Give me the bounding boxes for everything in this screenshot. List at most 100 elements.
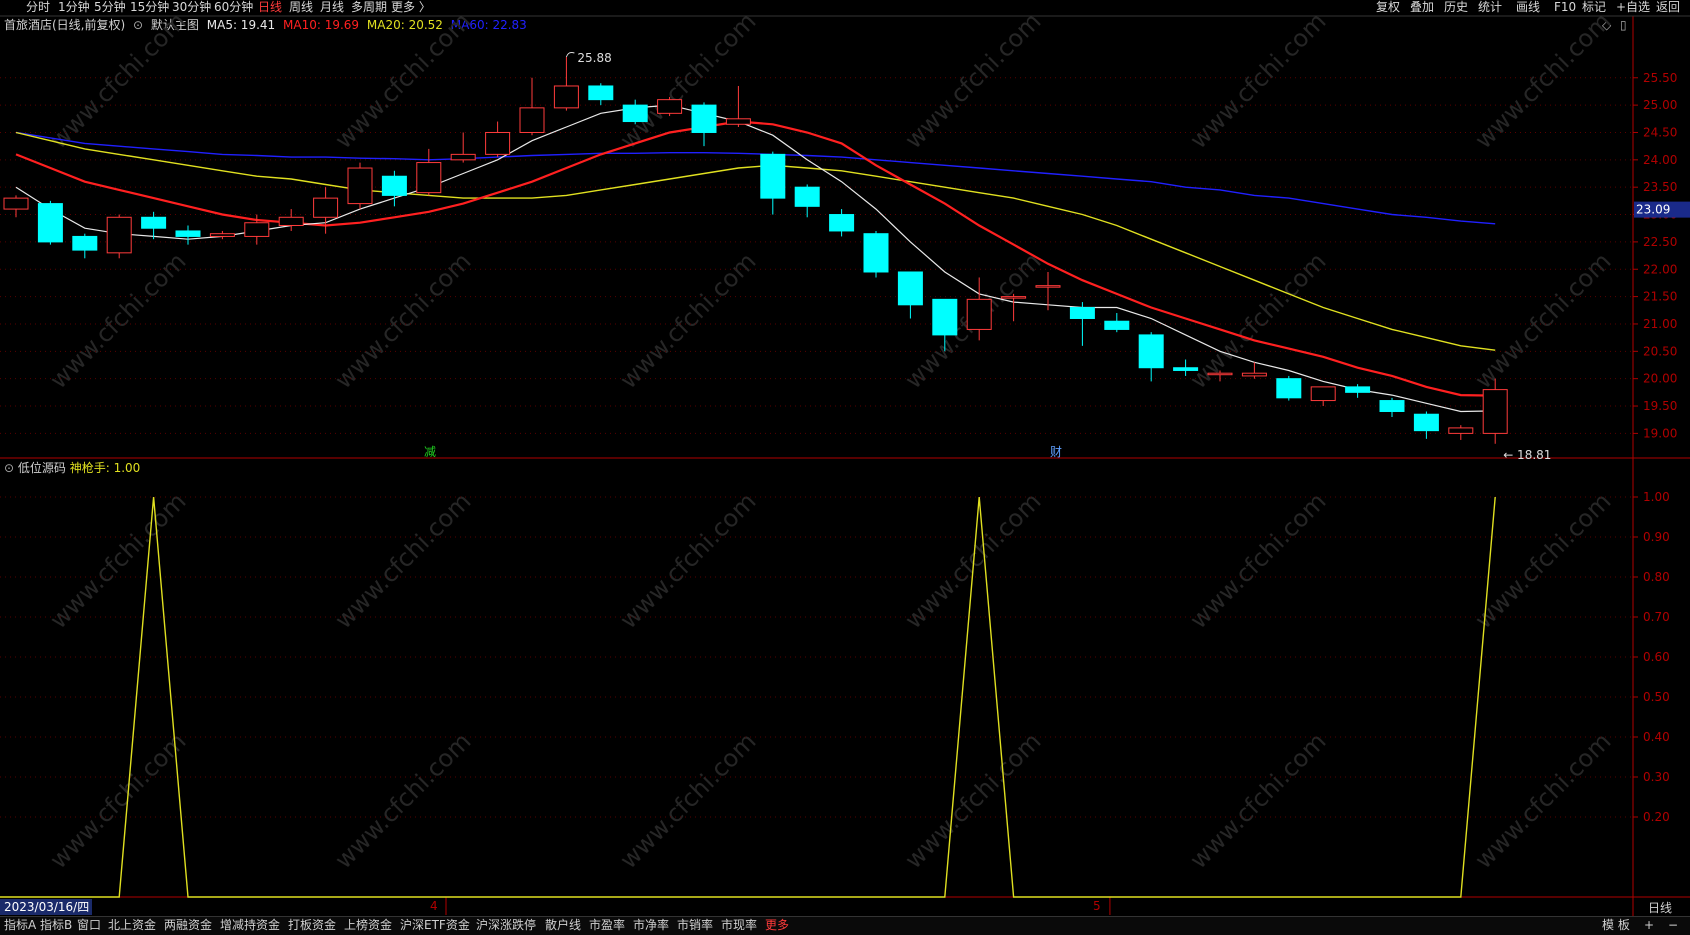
overlay-button[interactable]: 叠加 [1410,0,1434,14]
watermark-text: www.cfchi.com [329,247,476,394]
history-button[interactable]: 历史 [1444,0,1468,14]
period-tab-fenshi[interactable]: 分时 [26,0,50,15]
period-tab-weekly[interactable]: 周线 [289,0,313,15]
diamond-icon[interactable]: ◇ [1602,18,1611,32]
candle-body [1379,400,1405,412]
indicator-name[interactable]: 低位源码 [18,461,66,475]
period-tab-5min[interactable]: 5分钟 [94,0,126,15]
tab-limitup-funds[interactable]: 打板资金 [288,917,336,934]
candle-body [1241,372,1267,377]
ma20-label: MA20: 20.52 [366,18,443,32]
watermark-text: www.cfchi.com [899,7,1046,154]
tab-more[interactable]: 更多 [765,917,789,934]
tab-limit-up-down[interactable]: 沪深涨跌停 [476,917,536,934]
add-watchlist-button[interactable]: +自选 [1616,0,1650,14]
main-y-tick-label: 24.50 [1643,125,1677,139]
zoom-in-button[interactable]: + [1644,917,1654,934]
period-tab-daily[interactable]: 日线 [258,0,282,15]
tab-margin[interactable]: 两融资金 [164,917,212,934]
draw-button[interactable]: 画线 [1516,0,1540,14]
candle-body [725,118,751,125]
main-y-tick-label: 22.00 [1643,262,1677,276]
candle-body [3,197,29,210]
main-y-tick-label: 20.50 [1643,344,1677,358]
candle-body [244,222,270,237]
back-button[interactable]: 返回 [1656,0,1680,14]
period-tab-more[interactable]: 更多 〉 [391,0,431,15]
watermark-text: www.cfchi.com [1469,727,1616,874]
indicator-y-tick-label: 0.70 [1643,610,1670,624]
indicator-y-tick-label: 0.80 [1643,570,1670,584]
period-tab-30min[interactable]: 30分钟 [172,0,211,15]
tab-retail-line[interactable]: 散户线 [545,917,581,934]
current-price-box [1634,201,1690,218]
watermark-text: www.cfchi.com [44,727,191,874]
tab-dragon-tiger[interactable]: 上榜资金 [344,917,392,934]
watermark-text: www.cfchi.com [329,487,476,634]
watermark-text: www.cfchi.com [1184,247,1331,394]
tab-indicator-b[interactable]: 指标B [40,917,72,934]
high-arrow [565,51,575,58]
period-label: 日线 [1648,901,1673,915]
chevron-down-icon[interactable]: ⊙ [133,18,143,32]
tab-northbound[interactable]: 北上资金 [108,917,156,934]
period-tab-60min[interactable]: 60分钟 [214,0,253,15]
indicator-y-tick-label: 0.40 [1643,730,1670,744]
candle-body [553,85,579,109]
high-price-label: 25.88 [577,51,611,65]
tab-window[interactable]: 窗口 [77,917,101,934]
period-tab-monthly[interactable]: 月线 [320,0,344,15]
watermark-text: www.cfchi.com [44,487,191,634]
candle-body [829,214,855,232]
indicator-tab-bar: 指标A 指标B 窗口 北上资金 两融资金 增减持资金 打板资金 上榜资金 沪深E… [0,916,1690,935]
tab-indicator-a[interactable]: 指标A [4,917,36,934]
watermark-text: www.cfchi.com [329,727,476,874]
tab-pcf[interactable]: 市现率 [721,917,757,934]
tab-pe[interactable]: 市盈率 [589,917,625,934]
period-toolbar: 分时 1分钟 5分钟 15分钟 30分钟 60分钟 日线 周线 月线 多周期 更… [0,0,1690,16]
candle-body [1448,427,1474,434]
collapse-icon[interactable]: ⊙ [4,461,14,475]
main-y-tick-label: 21.00 [1643,317,1677,331]
candle-body [1482,389,1508,434]
period-tab-multi[interactable]: 多周期 [351,0,387,15]
indicator-y-tick-label: 0.60 [1643,650,1670,664]
main-chart-label[interactable]: 默认主图 [151,18,199,32]
tab-etf-funds[interactable]: 沪深ETF资金 [400,917,470,934]
zoom-out-button[interactable]: − [1668,917,1678,934]
period-tab-1min[interactable]: 1分钟 [58,0,90,15]
candle-body [106,216,132,254]
candle-body [209,233,235,237]
candle-body [1173,367,1199,371]
f10-button[interactable]: F10 [1554,0,1576,14]
window-icon[interactable]: ▯ [1620,18,1627,32]
tab-holdings-change[interactable]: 增减持资金 [220,917,280,934]
candle-body [416,162,442,194]
stock-name: 首旅酒店(日线,前复权) [4,18,126,32]
watermark-text: www.cfchi.com [1184,487,1331,634]
period-tab-15min[interactable]: 15分钟 [130,0,169,15]
candle-body [1276,378,1302,399]
candle-body [347,167,373,205]
ma5-line [15,104,1496,413]
template-button[interactable]: 模 板 [1602,917,1630,934]
candle-body [622,104,648,123]
fuquan-button[interactable]: 复权 [1376,0,1400,14]
marker-cai: 财 [1050,445,1062,459]
watermark-text: www.cfchi.com [899,727,1046,874]
mark-button[interactable]: 标记 [1582,0,1606,14]
watermark-text: www.cfchi.com [614,7,761,154]
stats-button[interactable]: 统计 [1478,0,1502,14]
candle-body [313,197,339,218]
main-y-tick-label: 19.00 [1643,426,1677,440]
tab-ps[interactable]: 市销率 [677,917,713,934]
ma10-label: MA10: 19.69 [283,18,360,32]
candle-body [1035,285,1061,288]
ma60-label: MA60: 22.83 [450,18,527,32]
date-cursor-label: 2023/03/16/四 [0,899,92,915]
kline-chart[interactable]: www.cfchi.com www.cfchi.com www.cfchi.com w… [0,0,1690,934]
candle-body [657,99,683,114]
candle-body [37,203,63,243]
tab-pb[interactable]: 市净率 [633,917,669,934]
candle-body [175,230,201,237]
